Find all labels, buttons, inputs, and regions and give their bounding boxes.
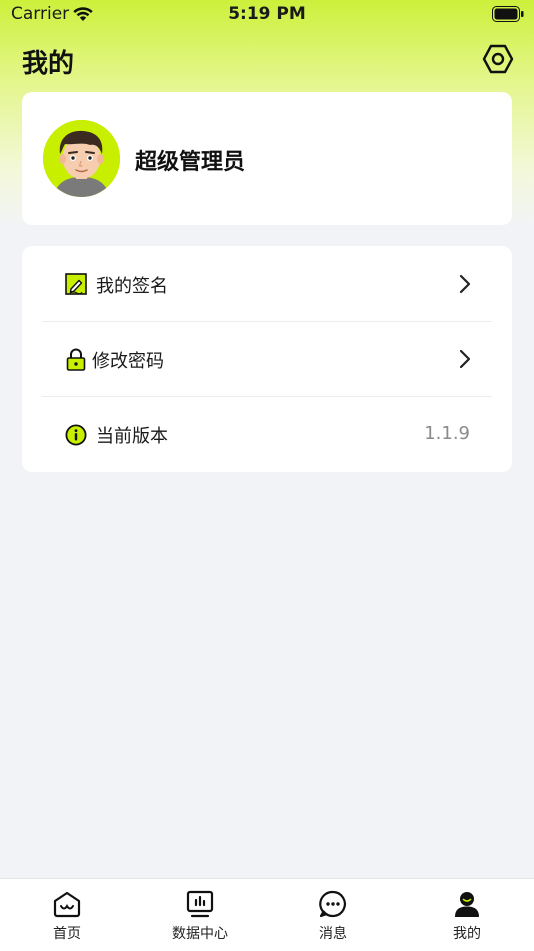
tab-profile[interactable]: 我的 <box>400 879 534 951</box>
tab-data-center-label: 数据中心 <box>172 926 228 942</box>
menu-item-signature-label: 我的签名 <box>96 276 168 297</box>
signature-icon <box>65 273 87 295</box>
chevron-right-icon <box>459 349 471 369</box>
user-avatar-cartoon[interactable] <box>43 120 120 197</box>
lock-icon <box>66 348 86 371</box>
menu-item-current-version-label: 当前版本 <box>96 426 168 447</box>
tab-messages[interactable]: 消息 <box>266 879 400 951</box>
tab-home-label: 首页 <box>53 926 81 942</box>
menu-item-change-password[interactable]: 修改密码 <box>42 321 492 397</box>
tab-home[interactable]: 首页 <box>0 879 134 951</box>
profile-icon <box>455 892 479 917</box>
menu-item-signature[interactable]: 我的签名 <box>42 246 492 322</box>
menu-item-current-version[interactable]: 当前版本 1.1.9 <box>42 396 492 471</box>
tab-messages-label: 消息 <box>319 926 347 942</box>
home-icon <box>53 891 81 918</box>
data-center-icon <box>186 890 214 918</box>
info-icon <box>65 424 87 446</box>
status-bar: Carrier 5:19 PM <box>0 0 534 30</box>
username: 超级管理员 <box>135 150 246 175</box>
tab-profile-label: 我的 <box>453 926 481 942</box>
status-time: 5:19 PM <box>228 4 306 24</box>
message-icon <box>319 890 346 918</box>
menu-item-change-password-label: 修改密码 <box>92 351 164 372</box>
version-number: 1.1.9 <box>424 423 470 444</box>
bottom-tab-bar: 首页 数据中心 消息 我的 <box>0 878 534 951</box>
chevron-right-icon <box>459 274 471 294</box>
settings-hexagon-icon[interactable] <box>482 43 514 75</box>
tab-data-center[interactable]: 数据中心 <box>133 879 267 951</box>
page-title: 我的 <box>22 49 75 79</box>
profile-card[interactable]: 超级管理员 <box>22 92 512 225</box>
avatar-face-icon <box>43 120 120 197</box>
settings-menu-card: 我的签名 修改密码 当前版本 1.1.9 <box>22 246 512 472</box>
battery-icon <box>492 6 524 22</box>
